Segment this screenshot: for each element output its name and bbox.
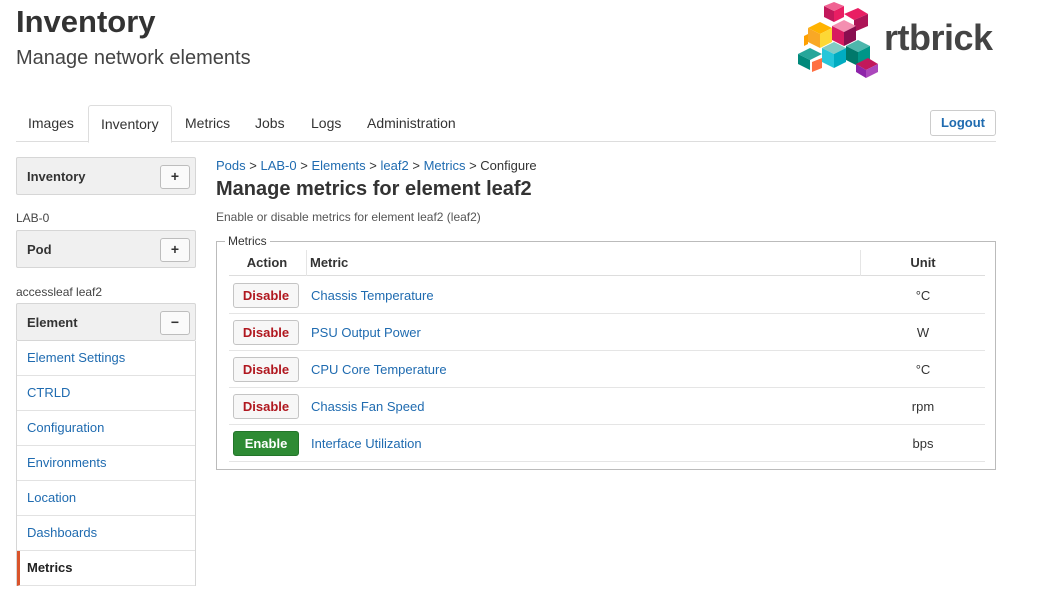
sidebar-item-metrics[interactable]: Metrics — [17, 551, 195, 586]
inventory-panel: Inventory + — [16, 157, 196, 195]
element-panel: Element − — [16, 303, 196, 341]
tab-metrics[interactable]: Metrics — [173, 105, 242, 142]
metric-link[interactable]: Interface Utilization — [311, 436, 422, 451]
tab-logs[interactable]: Logs — [299, 105, 353, 142]
column-divider — [306, 250, 307, 276]
element-collapse-button[interactable]: − — [160, 311, 190, 335]
column-header-metric: Metric — [310, 255, 349, 270]
disable-button[interactable]: Disable — [233, 320, 299, 345]
breadcrumb-lab-0[interactable]: LAB-0 — [260, 158, 296, 173]
metrics-table-header: Action Metric Unit — [229, 250, 985, 276]
sidebar-item-environments[interactable]: Environments — [17, 446, 195, 481]
pod-context-label: LAB-0 — [16, 211, 50, 225]
page-description: Enable or disable metrics for element le… — [216, 210, 481, 224]
element-nav-list: Element Settings CTRLD Configuration Env… — [16, 341, 196, 586]
enable-button[interactable]: Enable — [233, 431, 299, 456]
metric-unit: W — [916, 325, 930, 340]
breadcrumb-elements[interactable]: Elements — [311, 158, 365, 173]
breadcrumb-current: Configure — [480, 158, 537, 173]
metric-link[interactable]: Chassis Fan Speed — [311, 399, 424, 414]
sidebar-item-ctrld[interactable]: CTRLD — [17, 376, 195, 411]
logo-wordmark: rtbrick — [884, 17, 993, 58]
logo-cubes-icon — [798, 2, 878, 78]
breadcrumb-separator: > — [412, 158, 420, 173]
disable-button[interactable]: Disable — [233, 394, 299, 419]
breadcrumb-pods[interactable]: Pods — [216, 158, 246, 173]
page-title: Manage metrics for element leaf2 — [216, 178, 532, 200]
column-header-unit: Unit — [910, 255, 936, 270]
table-row: Disable PSU Output Power W — [229, 314, 985, 351]
metrics-legend: Metrics — [225, 234, 270, 248]
metric-link[interactable]: Chassis Temperature — [311, 288, 434, 303]
breadcrumb-separator: > — [300, 158, 308, 173]
app-title: Inventory — [16, 4, 156, 39]
tab-jobs[interactable]: Jobs — [243, 105, 297, 142]
inventory-panel-title: Inventory — [27, 169, 86, 184]
column-header-action: Action — [246, 255, 288, 270]
element-panel-title: Element — [27, 315, 78, 330]
metrics-fieldset: Metrics Action Metric Unit Disable Chass… — [216, 234, 996, 470]
table-row: Disable CPU Core Temperature °C — [229, 351, 985, 388]
breadcrumb-leaf2[interactable]: leaf2 — [381, 158, 409, 173]
pod-panel: Pod + — [16, 230, 196, 268]
main-tabs: Images Inventory Metrics Jobs Logs Admin… — [16, 105, 996, 143]
table-row: Disable Chassis Temperature °C — [229, 277, 985, 314]
pod-panel-title: Pod — [27, 242, 52, 257]
tab-inventory[interactable]: Inventory — [88, 105, 172, 143]
metric-unit: °C — [915, 288, 931, 303]
disable-button[interactable]: Disable — [233, 357, 299, 382]
sidebar-item-configuration[interactable]: Configuration — [17, 411, 195, 446]
element-context-label: accessleaf leaf2 — [16, 285, 103, 299]
rtbrick-logo: rtbrick — [796, 2, 1001, 80]
metric-unit: °C — [915, 362, 931, 377]
inventory-add-button[interactable]: + — [160, 165, 190, 189]
breadcrumb: Pods > LAB-0 > Elements > leaf2 > Metric… — [216, 158, 537, 173]
app-subtitle: Manage network elements — [16, 47, 251, 69]
pod-add-button[interactable]: + — [160, 238, 190, 262]
disable-button[interactable]: Disable — [233, 283, 299, 308]
tab-images[interactable]: Images — [16, 105, 86, 142]
table-row: Disable Chassis Fan Speed rpm — [229, 388, 985, 425]
sidebar-item-element-settings[interactable]: Element Settings — [17, 341, 195, 376]
logout-button[interactable]: Logout — [930, 110, 996, 136]
sidebar-item-dashboards[interactable]: Dashboards — [17, 516, 195, 551]
breadcrumb-separator: > — [249, 158, 257, 173]
breadcrumb-separator: > — [469, 158, 477, 173]
breadcrumb-metrics[interactable]: Metrics — [424, 158, 466, 173]
metric-unit: bps — [912, 436, 934, 451]
table-row: Enable Interface Utilization bps — [229, 425, 985, 462]
breadcrumb-separator: > — [369, 158, 377, 173]
tab-administration[interactable]: Administration — [355, 105, 468, 142]
metric-unit: rpm — [911, 399, 935, 414]
metric-link[interactable]: CPU Core Temperature — [311, 362, 447, 377]
metric-link[interactable]: PSU Output Power — [311, 325, 421, 340]
sidebar-item-location[interactable]: Location — [17, 481, 195, 516]
